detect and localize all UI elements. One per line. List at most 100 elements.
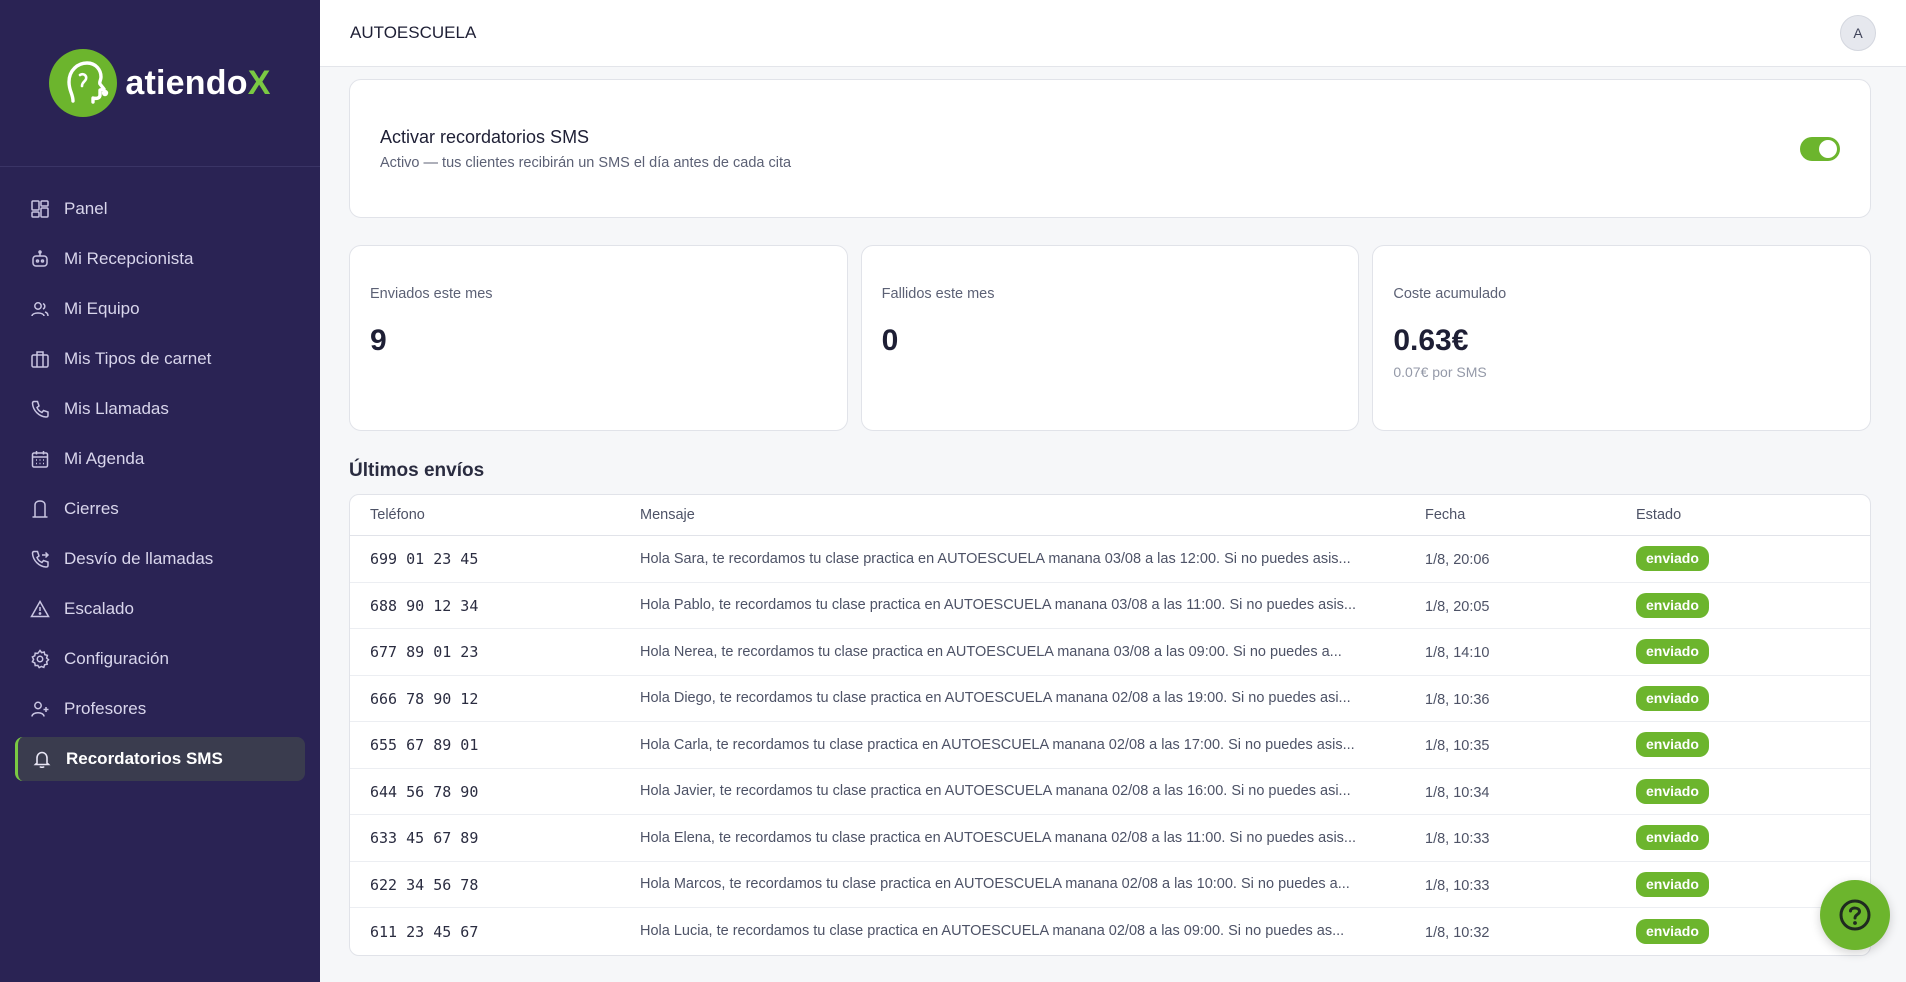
- row-message: Hola Elena, te recordamos tu clase pract…: [640, 829, 1357, 846]
- sidebar-item-label: Mis Tipos de carnet: [64, 349, 212, 368]
- sidebar-item-configuracion[interactable]: Configuración: [0, 634, 320, 684]
- phone-forward-icon: [30, 549, 50, 569]
- logo-text: atiendoX: [125, 63, 271, 102]
- bot-icon: [30, 249, 50, 269]
- status-badge: enviado: [1636, 685, 1709, 711]
- row-date: 1/8, 10:33: [1425, 831, 1490, 848]
- sidebar-item-label: Mi Equipo: [64, 299, 140, 318]
- sidebar-item-label: Mi Recepcionista: [64, 249, 194, 268]
- toggle-subtitle: Activo — tus clientes recibirán un SMS e…: [380, 154, 792, 171]
- sidebar-item-recordatorios-sms[interactable]: Recordatorios SMS: [15, 737, 305, 781]
- stat-value: 0: [881, 324, 899, 357]
- sms-toggle-card: Activar recordatorios SMS Activo — tus c…: [349, 79, 1871, 218]
- sidebar-item-label: Profesores: [64, 699, 147, 718]
- stat-value: 0.63€: [1393, 324, 1469, 357]
- gear-icon: [30, 649, 50, 669]
- row-message: Hola Marcos, te recordamos tu clase prac…: [640, 876, 1350, 893]
- avatar[interactable]: A: [1840, 15, 1876, 51]
- status-badge: enviado: [1636, 732, 1709, 758]
- row-message: Hola Javier, te recordamos tu clase prac…: [640, 783, 1351, 800]
- stat-label: Coste acumulado: [1393, 286, 1507, 302]
- sidebar-item-escalado[interactable]: Escalado: [0, 584, 320, 634]
- stat-sub: 0.07€ por SMS: [1393, 364, 1487, 380]
- stat-sent-card: Enviados este mes 9: [349, 245, 848, 431]
- help-button[interactable]: [1820, 880, 1890, 950]
- sidebar-item-profesores[interactable]: Profesores: [0, 684, 320, 734]
- row-message: Hola Diego, te recordamos tu clase pract…: [640, 690, 1351, 707]
- sidebar-item-label: Panel: [64, 199, 108, 218]
- user-plus-icon: [30, 699, 50, 719]
- stat-value: 9: [370, 324, 387, 357]
- table-body: 699 01 23 45 Hola Sara, te recordamos tu …: [350, 536, 1870, 955]
- sidebar-item-mi-recepcionista[interactable]: Mi Recepcionista: [0, 234, 320, 284]
- dashboard-icon: [30, 199, 50, 219]
- table-row: 644 56 78 90 Hola Javier, te recordamos t…: [350, 769, 1870, 815]
- sidebar-item-label: Desvío de llamadas: [64, 549, 214, 568]
- sms-reminders-switch[interactable]: [1800, 136, 1840, 161]
- table-row: 622 34 56 78 Hola Marcos, te recordamos t…: [350, 862, 1870, 908]
- help-icon: [1839, 899, 1871, 931]
- row-phone: 633 45 67 89: [370, 829, 479, 848]
- sidebar-item-label: Mis Llamadas: [64, 399, 169, 418]
- row-message: Hola Nerea, te recordamos tu clase pract…: [640, 643, 1342, 660]
- sidebar-item-label: Escalado: [64, 599, 134, 618]
- sends-table: Teléfono Mensaje Fecha Estado 699 01 23 …: [349, 494, 1871, 956]
- sidebar-item-mis-llamadas[interactable]: Mis Llamadas: [0, 384, 320, 434]
- recent-sends-title: Últimos envíos: [349, 460, 485, 481]
- alert-triangle-icon: [30, 599, 50, 619]
- row-date: 1/8, 14:10: [1425, 645, 1490, 662]
- table-row: 677 89 01 23 Hola Nerea, te recordamos tu…: [350, 629, 1870, 676]
- sidebar-item-label: Recordatorios SMS: [66, 749, 223, 768]
- stat-label: Fallidos este mes: [881, 286, 995, 302]
- row-message: Hola Lucia, te recordamos tu clase pract…: [640, 923, 1345, 940]
- row-phone: 611 23 45 67: [370, 922, 479, 941]
- status-badge: enviado: [1636, 639, 1709, 665]
- briefcase-icon: [30, 349, 50, 369]
- status-badge: enviado: [1636, 592, 1709, 618]
- row-date: 1/8, 10:33: [1425, 877, 1490, 894]
- logo[interactable]: atiendoX: [0, 0, 320, 167]
- row-message: Hola Sara, te recordamos tu clase practi…: [640, 550, 1351, 567]
- logo-head-icon: [49, 49, 118, 117]
- col-header-status: Estado: [1636, 507, 1682, 523]
- stat-cost-card: Coste acumulado 0.63€ 0.07€ por SMS: [1372, 245, 1872, 431]
- stat-label: Enviados este mes: [370, 286, 493, 302]
- row-phone: 666 78 90 12: [370, 689, 479, 708]
- sidebar-item-mis-tipos-de-carnet[interactable]: Mis Tipos de carnet: [0, 334, 320, 384]
- bell-icon: [32, 749, 52, 769]
- sidebar-item-cierres[interactable]: Cierres: [0, 484, 320, 534]
- col-header-date: Fecha: [1425, 507, 1466, 523]
- users-icon: [30, 299, 50, 319]
- table-row: 633 45 67 89 Hola Elena, te recordamos tu…: [350, 815, 1870, 862]
- status-badge: enviado: [1636, 546, 1709, 572]
- row-phone: 655 67 89 01: [370, 736, 479, 755]
- sidebar-item-mi-agenda[interactable]: Mi Agenda: [0, 434, 320, 484]
- status-badge: enviado: [1636, 871, 1709, 897]
- row-date: 1/8, 20:06: [1425, 552, 1490, 569]
- col-header-phone: Teléfono: [370, 507, 425, 523]
- row-date: 1/8, 10:36: [1425, 691, 1490, 708]
- table-row: 666 78 90 12 Hola Diego, te recordamos tu…: [350, 676, 1870, 722]
- table-row: 655 67 89 01 Hola Carla, te recordamos tu…: [350, 722, 1870, 769]
- calendar-icon: [30, 449, 50, 469]
- row-phone: 699 01 23 45: [370, 550, 479, 569]
- sidebar-item-panel[interactable]: Panel: [0, 184, 320, 234]
- sidebar-item-desvio-de-llamadas[interactable]: Desvío de llamadas: [0, 534, 320, 584]
- row-date: 1/8, 10:35: [1425, 738, 1490, 755]
- row-phone: 677 89 01 23: [370, 643, 479, 662]
- row-message: Hola Carla, te recordamos tu clase pract…: [640, 736, 1355, 753]
- table-row: 611 23 45 67 Hola Lucia, te recordamos tu…: [350, 908, 1870, 955]
- row-phone: 622 34 56 78: [370, 875, 479, 894]
- status-badge: enviado: [1636, 918, 1709, 944]
- sidebar: atiendoX Panel Mi Recepcionista Mi Equipo M…: [0, 0, 320, 982]
- sidebar-item-label: Mi Agenda: [64, 449, 145, 468]
- sidebar-item-mi-equipo[interactable]: Mi Equipo: [0, 284, 320, 334]
- table-row: 699 01 23 45 Hola Sara, te recordamos tu …: [350, 536, 1870, 583]
- row-date: 1/8, 10:34: [1425, 784, 1490, 801]
- sidebar-item-label: Cierres: [64, 499, 119, 518]
- row-date: 1/8, 20:05: [1425, 598, 1490, 615]
- main-content: Activar recordatorios SMS Activo — tus c…: [349, 79, 1872, 956]
- table-header: Teléfono Mensaje Fecha Estado: [350, 495, 1870, 536]
- row-date: 1/8, 10:32: [1425, 924, 1490, 941]
- col-header-message: Mensaje: [640, 507, 695, 523]
